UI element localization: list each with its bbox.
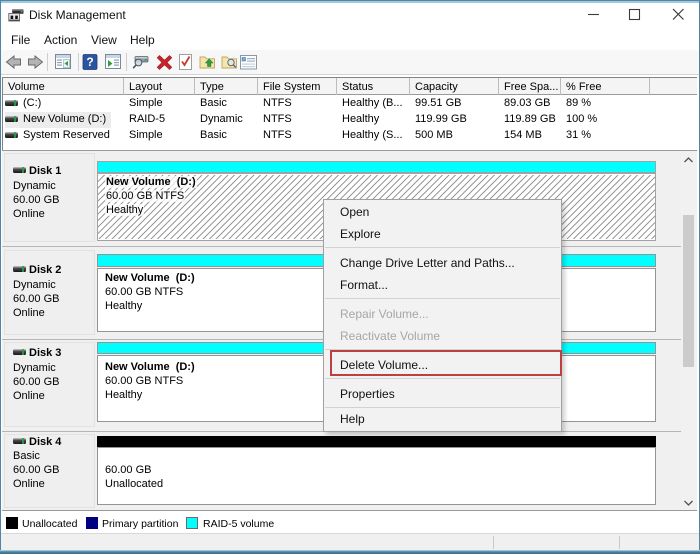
svg-text:?: ? bbox=[86, 55, 93, 69]
